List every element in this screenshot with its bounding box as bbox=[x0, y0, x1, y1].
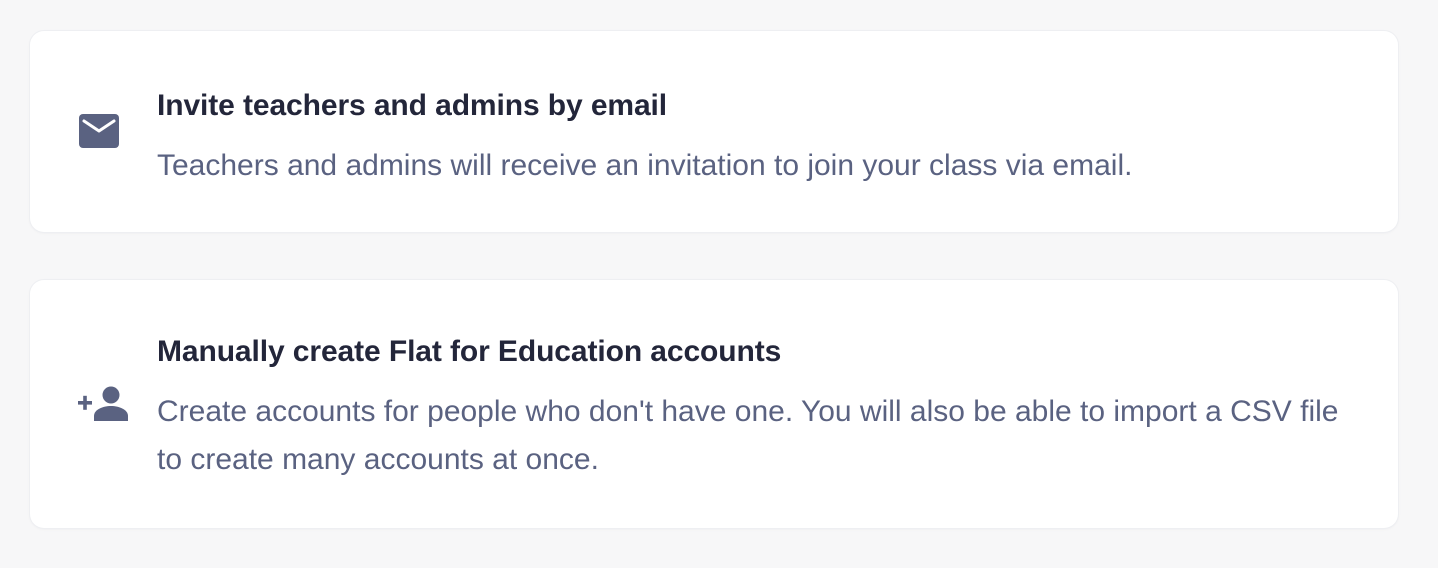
manual-create-accounts-text: Manually create Flat for Education accou… bbox=[157, 334, 1358, 484]
invite-by-email-description: Teachers and admins will receive an invi… bbox=[157, 149, 1133, 182]
envelope-icon bbox=[79, 114, 119, 148]
invite-by-email-title: Invite teachers and admins by email bbox=[157, 89, 668, 122]
invite-by-email-text: Invite teachers and admins by email Teac… bbox=[157, 88, 1358, 190]
manual-create-accounts-description: Create accounts for people who don't hav… bbox=[157, 395, 1339, 476]
manual-create-accounts-title: Manually create Flat for Education accou… bbox=[157, 335, 782, 368]
manual-create-accounts-option[interactable]: Manually create Flat for Education accou… bbox=[30, 280, 1398, 528]
person-add-icon bbox=[78, 386, 128, 421]
invite-by-email-option[interactable]: Invite teachers and admins by email Teac… bbox=[30, 31, 1398, 232]
invite-options-page: Invite teachers and admins by email Teac… bbox=[0, 0, 1438, 568]
